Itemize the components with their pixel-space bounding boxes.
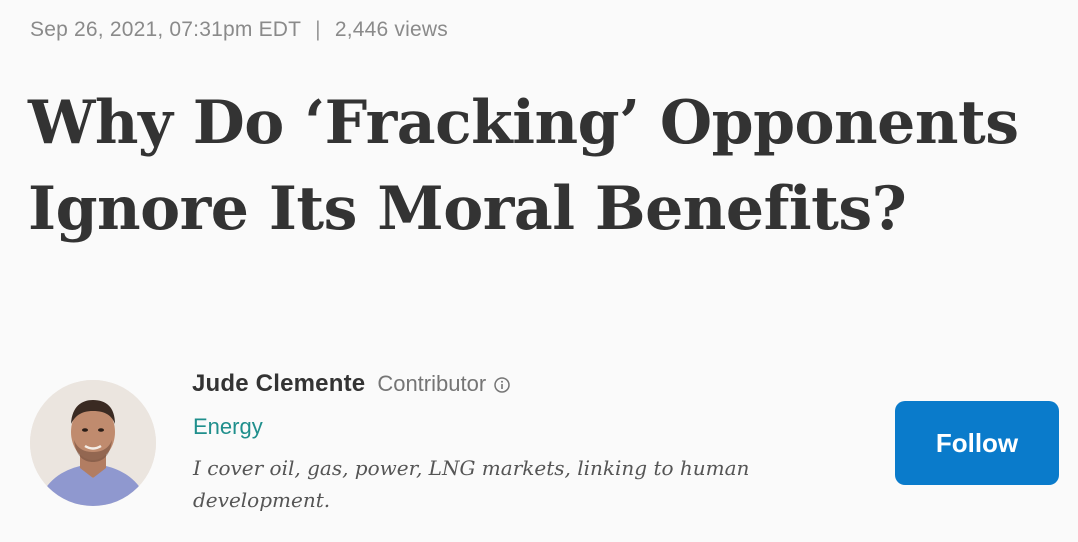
author-name[interactable]: Jude Clemente [192, 370, 365, 398]
author-bio: I cover oil, gas, power, LNG markets, li… [193, 456, 750, 512]
author-block: Jude Clemente Contributor Energy I cover… [0, 370, 1078, 530]
publish-date: Sep 26, 2021, 07:31pm EDT [30, 18, 302, 41]
meta-separator: | [315, 18, 321, 41]
channel-link[interactable]: Energy [193, 414, 263, 440]
follow-button[interactable]: Follow [895, 401, 1059, 485]
article-title: Why Do ‘Fracking’ Opponents Ignore Its M… [28, 88, 1019, 244]
author-name-row: Jude Clemente Contributor [192, 370, 510, 398]
author-role: Contributor [377, 371, 487, 396]
info-circle-icon[interactable] [494, 377, 510, 393]
author-avatar[interactable] [30, 380, 156, 506]
article-meta: Sep 26, 2021, 07:31pm EDT | 2,446 views [30, 18, 448, 42]
view-count: 2,446 views [334, 18, 448, 41]
author-photo [30, 380, 156, 506]
